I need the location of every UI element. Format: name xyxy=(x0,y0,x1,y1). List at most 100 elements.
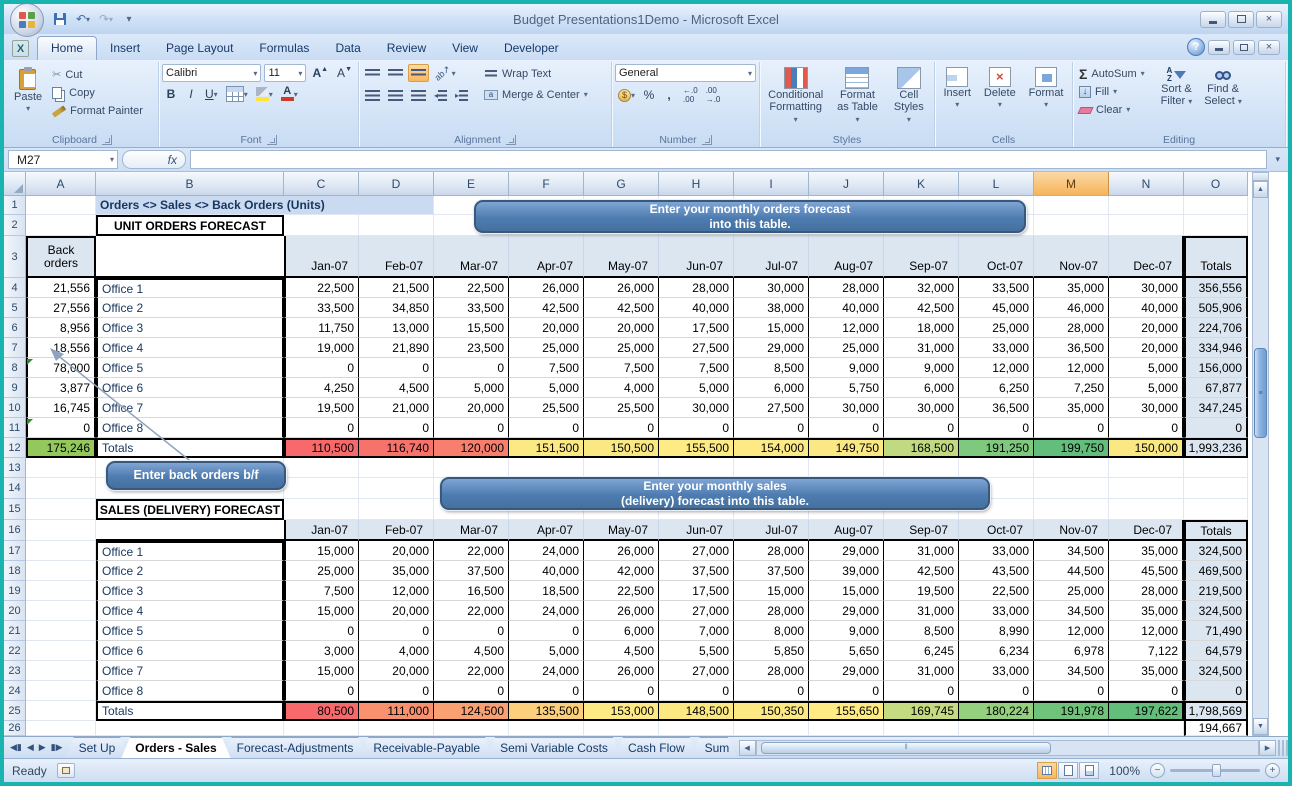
cell-sales-value[interactable]: 0 xyxy=(359,621,434,641)
cell-sales-value[interactable]: 37,500 xyxy=(659,561,734,581)
cell-sales-value[interactable]: 27,000 xyxy=(659,541,734,561)
cell-unit-orders-value[interactable]: 25,000 xyxy=(584,338,659,358)
merge-center-button[interactable]: a Merge & Center ▾ xyxy=(481,87,591,103)
cell-sales-value[interactable]: 4,500 xyxy=(584,641,659,661)
cell-sales-value[interactable]: 24,000 xyxy=(509,661,584,681)
cell-sales-value[interactable]: 39,000 xyxy=(809,561,884,581)
grid-cell[interactable] xyxy=(284,499,359,520)
column-header-E[interactable]: E xyxy=(434,172,509,196)
fill-color-button[interactable]: ▾ xyxy=(253,85,276,103)
cell-sales-value[interactable]: 28,000 xyxy=(734,601,809,621)
doc-restore-button[interactable] xyxy=(1233,39,1255,55)
cell-unit-orders-value[interactable]: 21,000 xyxy=(359,398,434,418)
zoom-in-button[interactable]: + xyxy=(1265,763,1280,778)
month-header-sales-Jan-07[interactable]: Jan-07 xyxy=(284,520,359,541)
cell-unit-orders-value[interactable]: 33,500 xyxy=(959,278,1034,298)
restore-button[interactable] xyxy=(1228,10,1254,28)
cell-back-orders-total[interactable]: 175,246 xyxy=(26,438,96,458)
cell-unit-orders-value[interactable]: 25,000 xyxy=(959,318,1034,338)
cell-sales-totals-value[interactable]: 153,000 xyxy=(584,701,659,721)
cell-office-label[interactable]: Office 4 xyxy=(96,338,284,358)
cell-unit-totals-value[interactable]: 150,500 xyxy=(584,438,659,458)
cell-unit-orders-value[interactable]: 33,000 xyxy=(959,338,1034,358)
vertical-scroll-thumb[interactable]: ≡ xyxy=(1254,348,1267,438)
grid-cell[interactable] xyxy=(359,478,434,499)
cell-sales-totals-value[interactable]: 180,224 xyxy=(959,701,1034,721)
cell-unit-orders-row-total[interactable]: 0 xyxy=(1184,418,1248,438)
cell-sales-value[interactable]: 0 xyxy=(809,681,884,701)
cell-unit-orders-value[interactable]: 21,500 xyxy=(359,278,434,298)
vertical-scrollbar[interactable]: ▲ ≡ ▼ xyxy=(1252,172,1269,736)
grid-cell[interactable] xyxy=(1184,499,1248,520)
sheet-tab-semi-variable-costs[interactable]: Semi Variable Costs xyxy=(486,737,622,758)
grid-cell[interactable] xyxy=(1034,721,1109,736)
cell-back-orders-4[interactable]: 18,556 xyxy=(26,338,96,358)
paste-button[interactable]: Paste ▾ xyxy=(9,64,47,116)
cell-sales-value[interactable]: 0 xyxy=(284,681,359,701)
cell-back-orders-8[interactable]: 0 xyxy=(26,418,96,438)
hscroll-right-button[interactable]: ▶ xyxy=(1259,739,1276,756)
cell-office-label-sales[interactable]: Office 1 xyxy=(96,541,284,561)
cell-unit-orders-value[interactable]: 0 xyxy=(959,418,1034,438)
cell-unit-orders-value[interactable]: 12,000 xyxy=(809,318,884,338)
grid-cell[interactable] xyxy=(26,701,96,721)
cell-title-orders-sales-backorders[interactable]: Orders <> Sales <> Back Orders (Units) xyxy=(96,196,434,215)
cell-unit-orders-value[interactable]: 46,000 xyxy=(1034,298,1109,318)
grid-cell[interactable] xyxy=(1109,499,1184,520)
cell-unit-orders-value[interactable]: 0 xyxy=(434,418,509,438)
cell-sales-value[interactable]: 33,000 xyxy=(959,661,1034,681)
cell-sales-value[interactable]: 12,000 xyxy=(1034,621,1109,641)
customize-qat-button[interactable]: ▾ xyxy=(119,10,139,28)
cell-unit-orders-value[interactable]: 0 xyxy=(1034,418,1109,438)
cell-unit-orders-value[interactable]: 28,000 xyxy=(1034,318,1109,338)
sheet-tab-cash-flow[interactable]: Cash Flow xyxy=(614,737,699,758)
row-header-10[interactable]: 10 xyxy=(4,398,26,418)
cell-back-orders-2[interactable]: 27,556 xyxy=(26,298,96,318)
cell-sales-row-total[interactable]: 0 xyxy=(1184,681,1248,701)
cell-office-label-sales[interactable]: Office 2 xyxy=(96,561,284,581)
cell-sales-value[interactable]: 19,500 xyxy=(884,581,959,601)
cell-office-label[interactable]: Office 3 xyxy=(96,318,284,338)
cell-unit-totals-value[interactable]: 110,500 xyxy=(284,438,359,458)
cell-sales-value[interactable]: 44,500 xyxy=(1034,561,1109,581)
cell-sales-row-total[interactable]: 324,500 xyxy=(1184,601,1248,621)
cell-unit-grand-total[interactable]: 1,993,236 xyxy=(1184,438,1248,458)
column-header-G[interactable]: G xyxy=(584,172,659,196)
cell-sales-value[interactable]: 6,978 xyxy=(1034,641,1109,661)
ribbon-tab-review[interactable]: Review xyxy=(374,37,439,60)
totals-column-header[interactable]: Totals xyxy=(1184,236,1248,278)
cell-sales-value[interactable]: 15,000 xyxy=(284,541,359,561)
cell-styles-button[interactable]: Cell Styles ▾ xyxy=(887,64,931,127)
copy-button[interactable]: Copy xyxy=(49,85,146,101)
column-header-I[interactable]: I xyxy=(734,172,809,196)
callout-sales-forecast[interactable]: Enter your monthly sales (delivery) forec… xyxy=(440,477,990,510)
row-header-17[interactable]: 17 xyxy=(4,541,26,561)
cell-sales-totals-value[interactable]: 155,650 xyxy=(809,701,884,721)
grid-cell[interactable] xyxy=(284,458,359,478)
cell-unit-orders-value[interactable]: 7,250 xyxy=(1034,378,1109,398)
cell-sales-value[interactable]: 5,850 xyxy=(734,641,809,661)
grid-cell[interactable] xyxy=(809,721,884,736)
grid-cell[interactable] xyxy=(1184,458,1248,478)
column-header-A[interactable]: A xyxy=(26,172,96,196)
row-header-14[interactable]: 14 xyxy=(4,478,26,499)
tab-split-handle[interactable] xyxy=(1278,739,1288,756)
row-header-26[interactable]: 26 xyxy=(4,721,26,736)
align-right-button[interactable] xyxy=(408,86,429,104)
cell-sales-value[interactable]: 22,000 xyxy=(434,541,509,561)
cell-unit-orders-forecast-title[interactable]: UNIT ORDERS FORECAST xyxy=(96,215,284,236)
sheet-tab-orders-sales[interactable]: Orders - Sales xyxy=(121,737,230,758)
cell-sales-row-total[interactable]: 324,500 xyxy=(1184,541,1248,561)
cell-sales-value[interactable]: 22,500 xyxy=(959,581,1034,601)
cell-sales-value[interactable]: 34,500 xyxy=(1034,541,1109,561)
italic-button[interactable]: I xyxy=(182,85,200,103)
cell-sales-value[interactable]: 35,000 xyxy=(1109,601,1184,621)
cell-office-label-sales[interactable]: Office 7 xyxy=(96,661,284,681)
cell-sales-value[interactable]: 15,000 xyxy=(734,581,809,601)
grid-cell[interactable] xyxy=(1184,196,1248,215)
cell-sales-row-total[interactable]: 324,500 xyxy=(1184,661,1248,681)
cell-office-label[interactable]: Office 2 xyxy=(96,298,284,318)
cell-unit-orders-value[interactable]: 4,250 xyxy=(284,378,359,398)
ribbon-tab-view[interactable]: View xyxy=(439,37,491,60)
cell-unit-orders-row-total[interactable]: 67,877 xyxy=(1184,378,1248,398)
